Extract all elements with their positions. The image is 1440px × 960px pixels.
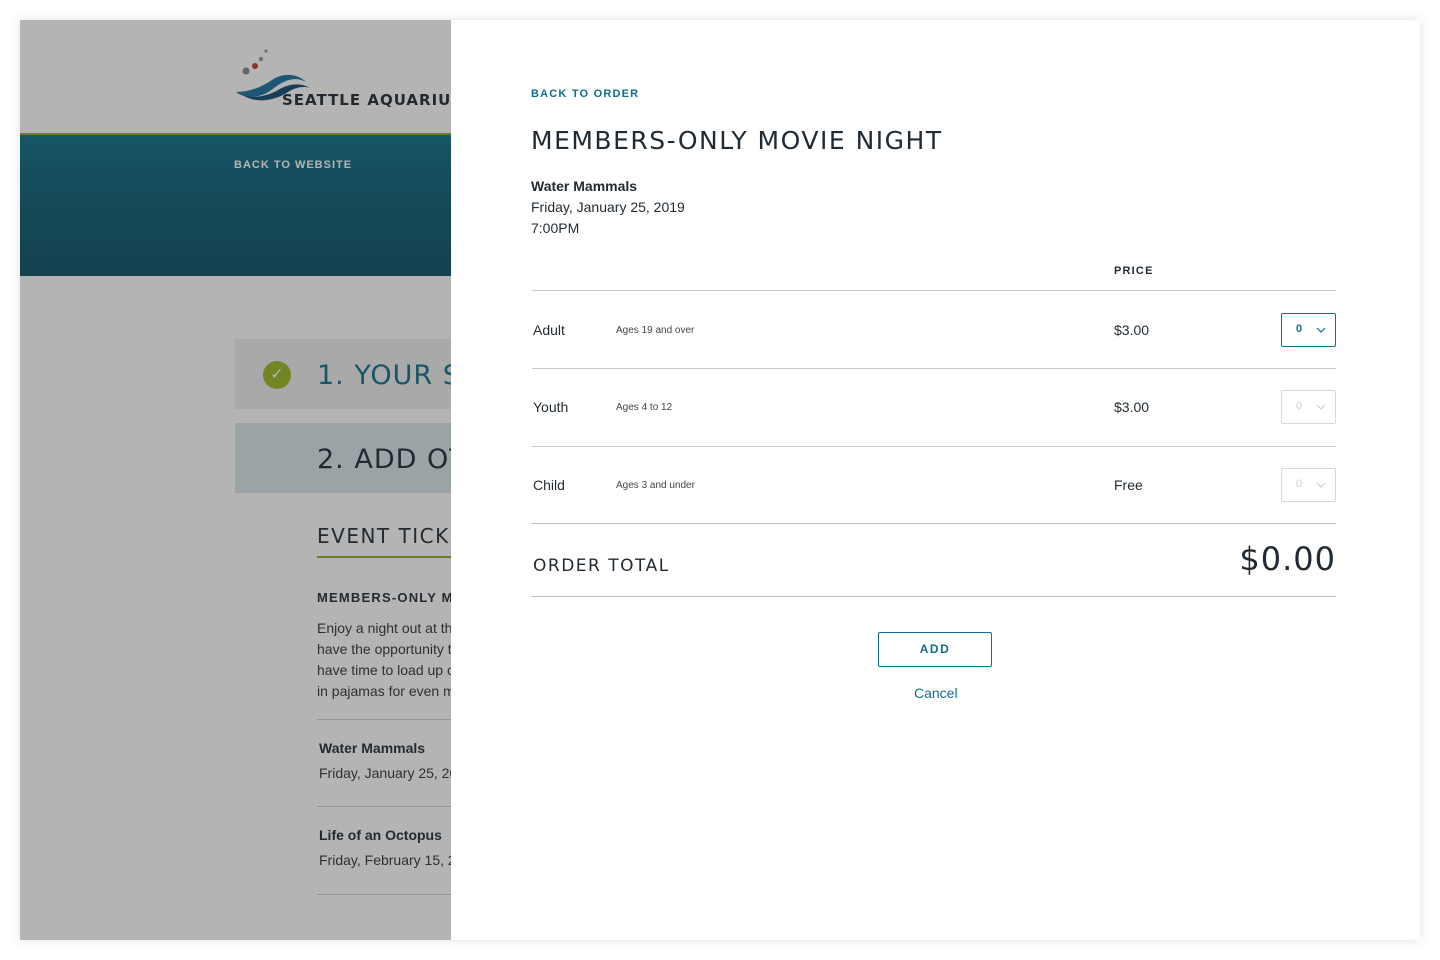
back-to-order-link[interactable]: BACK TO ORDER — [531, 88, 639, 100]
quantity-select-youth[interactable]: 0 — [1281, 390, 1336, 424]
order-total-value: $0.00 — [1239, 540, 1336, 578]
show-time: 7:00PM — [531, 220, 580, 236]
price-column-header: PRICE — [1114, 265, 1154, 277]
table-divider — [532, 523, 1336, 524]
chevron-down-icon — [1316, 404, 1326, 410]
table-divider — [532, 368, 1336, 369]
show-name: Water Mammals — [531, 178, 638, 194]
table-divider — [532, 290, 1336, 291]
show-date: Friday, January 25, 2019 — [531, 199, 685, 215]
add-button[interactable]: ADD — [878, 632, 992, 667]
quantity-select-child[interactable]: 0 — [1281, 468, 1336, 502]
table-divider — [532, 596, 1336, 597]
ticket-price: $3.00 — [1114, 322, 1150, 338]
cancel-link[interactable]: Cancel — [914, 685, 958, 701]
chevron-down-icon — [1316, 327, 1326, 333]
ticket-type-name: Adult — [533, 322, 565, 338]
ticket-age-range: Ages 4 to 12 — [616, 402, 673, 413]
quantity-value: 0 — [1296, 400, 1303, 412]
quantity-select-adult[interactable]: 0 — [1281, 313, 1336, 347]
quantity-value: 0 — [1296, 323, 1303, 335]
ticket-type-name: Child — [533, 477, 565, 493]
ticket-price: Free — [1114, 477, 1143, 493]
ticket-type-name: Youth — [533, 399, 569, 415]
ticket-age-range: Ages 19 and over — [616, 325, 695, 336]
modal-overlay[interactable] — [20, 20, 451, 940]
panel-title: MEMBERS-ONLY MOVIE NIGHT — [531, 126, 943, 155]
ticket-age-range: Ages 3 and under — [616, 480, 695, 491]
quantity-value: 0 — [1296, 478, 1303, 490]
order-total-label: ORDER TOTAL — [533, 556, 670, 576]
app-frame: SEATTLE AQUARIUM BACK TO WEBSITE ✓ 1. YO… — [20, 20, 1420, 940]
chevron-down-icon — [1316, 482, 1326, 488]
ticket-price: $3.00 — [1114, 399, 1150, 415]
table-divider — [532, 446, 1336, 447]
ticket-selection-panel: BACK TO ORDER MEMBERS-ONLY MOVIE NIGHT W… — [451, 20, 1420, 940]
